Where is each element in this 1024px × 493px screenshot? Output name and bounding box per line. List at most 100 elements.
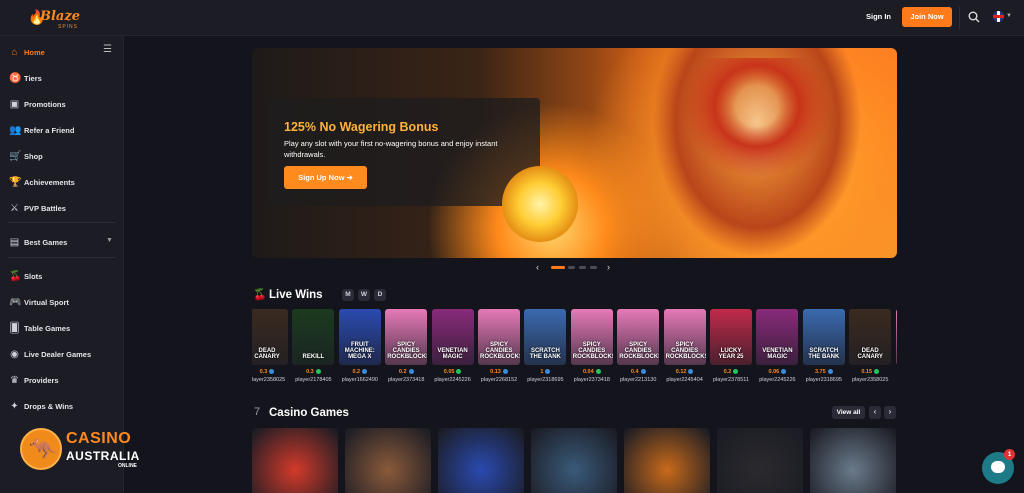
carousel-dot[interactable] <box>590 266 597 269</box>
chat-widget-button[interactable]: 1 <box>982 449 1015 484</box>
game-thumbnail: SPICY CANDIES ROCKBLOCKS <box>663 309 706 365</box>
coin-icon <box>733 369 739 375</box>
chevron-left-icon[interactable]: ‹ <box>536 262 539 272</box>
player-name: player2373418 <box>573 377 610 383</box>
language-flag-icon[interactable] <box>993 11 1004 22</box>
casino-game-tile[interactable] <box>252 428 338 493</box>
live-win-item[interactable]: SPICY CANDIES ROCKBLOCKS 0.12 player224540… <box>663 309 706 383</box>
sidebar-item-label: Home <box>24 48 45 57</box>
win-amount: 0.2 <box>710 369 752 375</box>
sidebar-item-label: Slots <box>24 272 43 281</box>
sign-in-link[interactable]: Sign In <box>866 12 891 21</box>
filter-week[interactable]: W <box>358 289 370 301</box>
gamepad-icon: 🎮 <box>9 297 22 308</box>
sidebar-item-label: Providers <box>24 376 59 385</box>
sidebar-item-slots[interactable]: 🍒 Slots <box>0 267 124 287</box>
sidebar-item-achievements[interactable]: 🏆 Achievements <box>0 173 124 193</box>
game-title: SPICY CANDIES ROCKBLOCKS <box>480 342 520 360</box>
win-amount: 0.13 <box>478 369 520 375</box>
player-name: player2358025 <box>851 377 889 383</box>
casino-game-tile[interactable] <box>531 428 617 493</box>
win-amount: 0.3 <box>292 369 334 375</box>
win-amount: 0.05 <box>432 369 474 375</box>
win-amount: 0.3 <box>252 369 288 375</box>
search-icon[interactable] <box>968 11 980 23</box>
live-win-item[interactable]: SCRATCH THE BANK 1 player2318695 <box>524 309 567 383</box>
sidebar-item-label: Live Dealer Games <box>24 350 92 359</box>
live-win-item[interactable]: SPICY CANDIES ROCKBLOCKS 0.13 player226815… <box>478 309 520 383</box>
sign-up-now-button[interactable]: Sign Up Now ➔ <box>284 166 367 189</box>
casino-game-tile[interactable] <box>717 428 803 493</box>
watermark-line2: AUSTRALIA <box>66 449 140 463</box>
view-all-button[interactable]: View all <box>832 406 865 419</box>
live-win-item[interactable]: SPICY CANDIES ROCKBLOCKS 0.2 player2373418 <box>385 309 428 383</box>
game-title: SPICY CANDIES ROCKBLOCKS <box>619 342 660 360</box>
watermark-line1: CASINO <box>66 430 132 447</box>
chevron-down-icon[interactable]: ▼ <box>1006 13 1012 19</box>
sidebar-item-label: Best Games <box>24 238 68 247</box>
coin-icon <box>456 369 462 375</box>
casino-game-tile[interactable] <box>624 428 710 493</box>
live-win-item[interactable]: LUCKY YEAR 25 0.2 player2378511 <box>710 309 752 383</box>
game-title: LUCKY YEAR 25 <box>718 348 744 360</box>
filter-day[interactable]: D <box>374 289 386 301</box>
casino-game-tile[interactable] <box>810 428 896 493</box>
sidebar-item-live-dealer-games[interactable]: ◉ Live Dealer Games <box>0 345 124 365</box>
win-amount: 1 <box>524 369 566 375</box>
live-win-item[interactable]: SPICY CANDIES ROCKBLOCKS 0.4 player2213130 <box>617 309 660 383</box>
sidebar-item-promotions[interactable]: ▣ Promotions <box>0 95 124 115</box>
game-thumbnail: REKILL <box>292 309 335 365</box>
live-win-item[interactable]: VENETIAN MAGIC 0.06 player2245226 <box>756 309 799 383</box>
chevron-right-icon[interactable]: › <box>884 406 896 419</box>
win-amount: 0.12 <box>664 369 706 375</box>
sidebar-item-home[interactable]: ⌂ Home <box>0 43 124 63</box>
player-name: player2318695 <box>527 377 564 383</box>
game-thumbnail: VENETIAN MAGIC <box>756 309 799 365</box>
game-title: FRUIT MACHINE: MEGA X <box>344 342 375 360</box>
live-win-item[interactable]: VENETIAN MAGIC 0.05 player2245226 <box>431 309 474 383</box>
game-title: VENETIAN MAGIC <box>762 348 793 360</box>
sidebar-item-tiers[interactable]: ♉ Tiers <box>0 69 124 89</box>
filter-month[interactable]: M <box>342 289 354 301</box>
carousel-dot[interactable] <box>579 266 586 269</box>
join-now-button[interactable]: Join Now <box>902 7 952 27</box>
casino-game-tile[interactable] <box>345 428 431 493</box>
sidebar-item-shop[interactable]: 🛒 Shop <box>0 147 124 167</box>
sidebar-item-pvp-battles[interactable]: ⚔ PVP Battles <box>0 199 124 219</box>
carousel-pagination: ‹ › <box>536 262 616 273</box>
chevron-right-icon[interactable]: › <box>607 262 610 272</box>
brand-name: Blaze <box>40 9 81 24</box>
coin-icon <box>315 369 321 375</box>
sidebar: ☰ ⌂ Home ♉ Tiers ▣ Promotions 👥 Refer a … <box>0 36 124 493</box>
sidebar-item-best-games[interactable]: ▤ Best Games ▼ <box>0 233 124 253</box>
sidebar-item-label: PVP Battles <box>24 204 66 213</box>
brand-logo[interactable]: 🔥 Blaze SPINS <box>28 8 81 30</box>
live-win-item[interactable]: DEAD CANARY 0.3 player2358025 <box>252 309 288 383</box>
carousel-dot[interactable] <box>568 266 575 269</box>
live-win-item[interactable]: SCRATCH THE BANK 3.75 player2318695 <box>802 309 845 383</box>
chevron-left-icon[interactable]: ‹ <box>869 406 881 419</box>
game-title: SPICY CANDIES ROCKBLOCKS <box>387 342 428 360</box>
trophy-icon: 🏆 <box>9 177 22 188</box>
sidebar-item-refer-a-friend[interactable]: 👥 Refer a Friend <box>0 121 124 141</box>
cards-icon: 🂠 <box>9 323 20 334</box>
game-thumbnail: VENETIAN MAGIC <box>431 309 474 365</box>
sidebar-item-virtual-sport[interactable]: 🎮 Virtual Sport <box>0 293 124 313</box>
live-win-item[interactable]: REKILL 0.3 player2178405 <box>292 309 335 383</box>
carousel-dot-active[interactable] <box>551 266 565 269</box>
live-win-item[interactable] <box>895 309 897 369</box>
medal-icon: ♉ <box>9 73 22 84</box>
coin-icon <box>408 369 414 375</box>
game-thumbnail: SCRATCH THE BANK <box>524 309 567 365</box>
live-win-item[interactable]: FRUIT MACHINE: MEGA X 0.2 player1662490 <box>338 309 381 383</box>
brand-sub: SPINS <box>58 24 79 30</box>
sidebar-item-drops-and-wins[interactable]: ✦ Drops & Wins <box>0 397 124 417</box>
sidebar-item-table-games[interactable]: 🂠 Table Games <box>0 319 124 339</box>
casino-game-tile[interactable] <box>438 428 524 493</box>
chat-notification-badge: 1 <box>1004 449 1015 460</box>
live-win-item[interactable]: DEAD CANARY 0.15 player2358025 <box>849 309 892 383</box>
sidebar-item-label: Shop <box>24 152 43 161</box>
live-win-item[interactable]: SPICY CANDIES ROCKBLOCKS 0.04 player237341… <box>570 309 613 383</box>
sidebar-item-providers[interactable]: ♛ Providers <box>0 371 124 391</box>
sidebar-item-label: Virtual Sport <box>24 298 69 307</box>
